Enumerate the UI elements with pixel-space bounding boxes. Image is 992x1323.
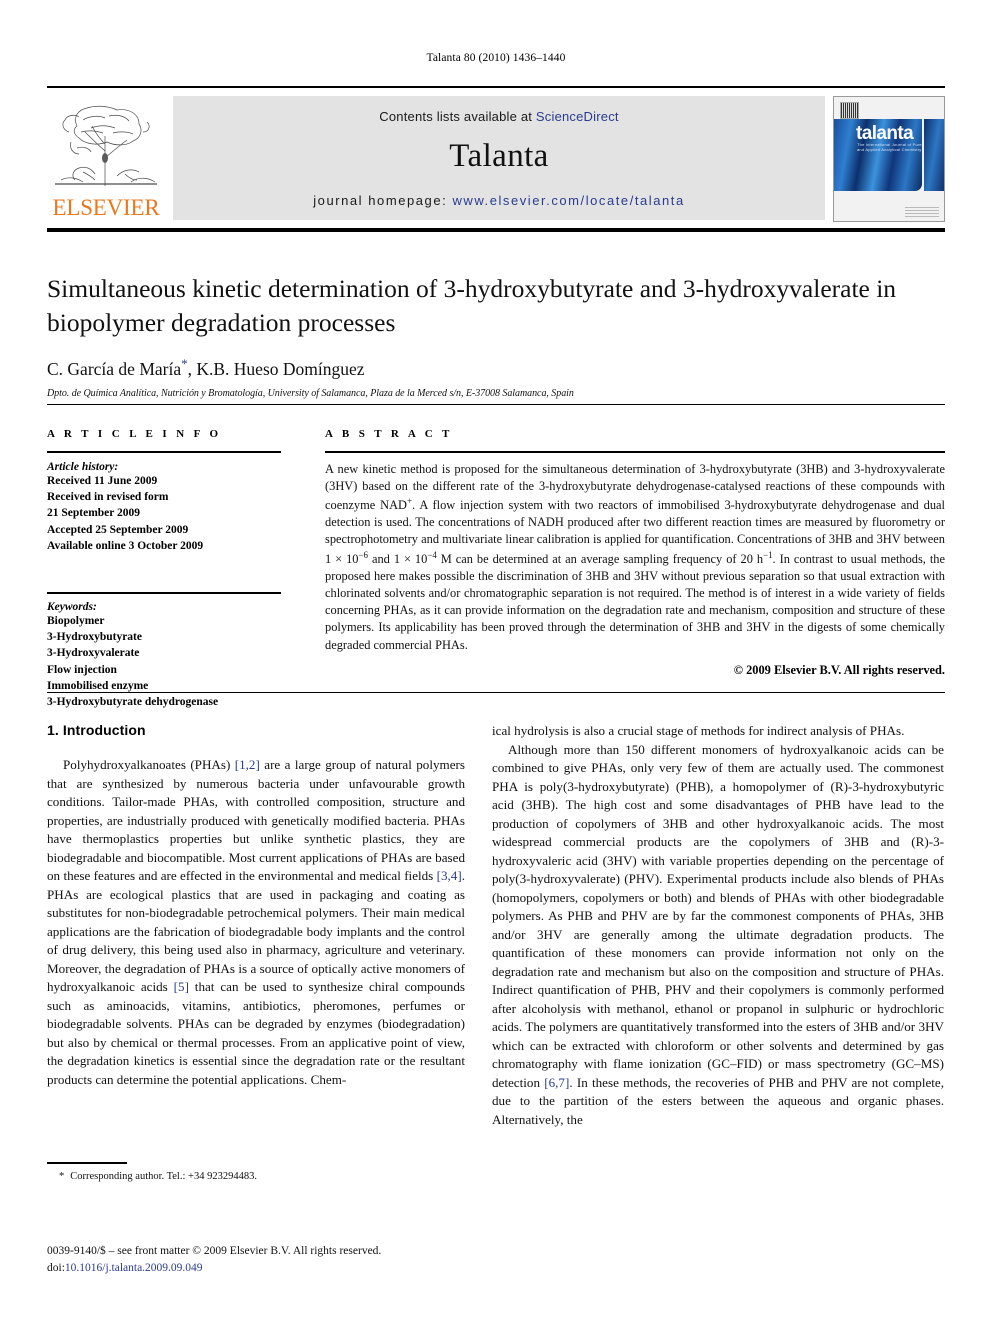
keyword-item: Flow injection: [47, 663, 117, 676]
abstract-heading: A B S T R A C T: [325, 428, 453, 440]
title-block: Simultaneous kinetic determination of 3-…: [47, 272, 945, 399]
cover-journal-subtitle: The International Journal of Pure and Ap…: [857, 142, 922, 152]
imprint-block: 0039-9140/$ – see front matter © 2009 El…: [47, 1243, 477, 1278]
homepage-prefix: journal homepage:: [313, 193, 453, 208]
running-head: Talanta 80 (2010) 1436–1440: [426, 52, 566, 64]
author-first: C. García de María: [47, 359, 182, 380]
article-info-rule: [47, 451, 281, 453]
par-text: Although more than 150 different monomer…: [492, 741, 944, 1090]
body-left-column: 1. Introduction Polyhydroxyalkanoates (P…: [47, 722, 465, 1089]
article-history-label: Article history:: [47, 460, 119, 473]
elsevier-logo: ELSEVIER: [47, 96, 165, 220]
keywords-label: Keywords:: [47, 600, 97, 613]
par-text: . PHAs are ecological plastics that are …: [47, 868, 465, 995]
issn-copyright-line: 0039-9140/$ – see front matter © 2009 El…: [47, 1245, 382, 1257]
title-bottom-rule: [47, 404, 945, 405]
par-text: are a large group of natural polymers th…: [47, 757, 465, 884]
footnote-text: Corresponding author. Tel.: +34 92329448…: [70, 1170, 257, 1182]
exponent-1: −6: [358, 549, 368, 560]
abstract-bottom-rule: [47, 692, 945, 693]
reference-link-3-4[interactable]: [3,4]: [437, 868, 462, 883]
history-item: Available online 3 October 2009: [47, 539, 204, 552]
abstract-rule: [325, 451, 945, 453]
history-item: Received 11 June 2009: [47, 474, 158, 487]
article-info-column: A R T I C L E I N F O Article history: R…: [47, 428, 281, 711]
keyword-item: 3-Hydroxybutyrate dehydrogenase: [47, 696, 219, 709]
doi-line: doi:10.1016/j.talanta.2009.09.049: [47, 1260, 477, 1277]
body-paragraph: Although more than 150 different monomer…: [492, 741, 944, 1130]
journal-title: Talanta: [449, 138, 549, 174]
homepage-url-link[interactable]: www.elsevier.com/locate/talanta: [452, 193, 684, 208]
history-item: Accepted 25 September 2009: [47, 523, 189, 536]
page-title: Simultaneous kinetic determination of 3-…: [47, 274, 897, 337]
affiliation: Dpto. de Química Analítica, Nutrición y …: [47, 388, 574, 400]
section-heading-introduction: 1. Introduction: [47, 722, 146, 738]
journal-homepage-line: journal homepage: www.elsevier.com/locat…: [173, 193, 825, 208]
reference-link-5[interactable]: [5]: [174, 979, 189, 994]
history-item: 21 September 2009: [47, 507, 141, 520]
keywords-block: Keywords: Biopolymer 3-Hydroxybutyrate 3…: [47, 592, 281, 711]
abstract-part-5: . In contrast to usual methods, the prop…: [325, 551, 945, 652]
body-paragraph: Polyhydroxyalkanoates (PHAs) [1,2] are a…: [47, 756, 465, 1089]
elsevier-wordmark: ELSEVIER: [52, 195, 160, 220]
contents-available-line: Contents lists available at ScienceDirec…: [173, 109, 825, 124]
abstract-text: A new kinetic method is proposed for the…: [325, 461, 945, 654]
par-text: that can be used to synthesize chiral co…: [47, 979, 465, 1087]
doi-link[interactable]: 10.1016/j.talanta.2009.09.049: [65, 1262, 203, 1274]
reference-link-6-7[interactable]: [6,7]: [544, 1075, 569, 1090]
sciencedirect-link[interactable]: ScienceDirect: [536, 109, 619, 124]
keyword-item: Biopolymer: [47, 614, 105, 627]
keyword-item: 3-Hydroxybutyrate: [47, 631, 142, 644]
article-info-heading: A R T I C L E I N F O: [47, 428, 222, 440]
body-right-column: ical hydrolysis is also a crucial stage …: [492, 722, 944, 1129]
abstract-copyright: © 2009 Elsevier B.V. All rights reserved…: [733, 662, 945, 677]
journal-masthead: ELSEVIER Contents lists available at Sci…: [47, 86, 945, 222]
corresponding-author-footnote: * Corresponding author. Tel.: +34 9232944…: [47, 1171, 465, 1182]
journal-band: Contents lists available at ScienceDirec…: [173, 96, 825, 220]
par-text: Polyhydroxyalkanoates (PHAs): [63, 757, 235, 772]
keyword-item: 3-Hydroxyvalerate: [47, 647, 140, 660]
history-item: Received in revised form: [47, 490, 169, 503]
abstract-part-3: and 1 × 10: [368, 551, 428, 566]
keywords-rule: [47, 592, 281, 594]
exponent-3: −1: [763, 549, 773, 560]
cover-artwork-spine: [924, 119, 944, 191]
abstract-part-4: M can be determined at an average sampli…: [436, 551, 764, 566]
elsevier-tree-icon: [55, 105, 157, 186]
cover-footer-mark: [905, 205, 939, 217]
article-page: Talanta 80 (2010) 1436–1440 ELSEVIER Con…: [0, 0, 992, 1323]
reference-link-1-2[interactable]: [1,2]: [235, 757, 260, 772]
masthead-bottom-rule: [47, 228, 945, 232]
journal-cover-thumbnail[interactable]: talanta The International Journal of Pur…: [833, 96, 945, 222]
footnote-star-marker: *: [59, 1170, 65, 1182]
doi-label: doi:: [47, 1262, 65, 1275]
author-rest: , K.B. Hueso Domínguez: [187, 359, 365, 380]
contents-prefix: Contents lists available at: [379, 109, 536, 124]
exponent-2: −4: [427, 549, 437, 560]
cover-barcode-icon: [840, 102, 859, 119]
footnote-area: * Corresponding author. Tel.: +34 9232944…: [47, 1162, 465, 1182]
body-paragraph-continued: ical hydrolysis is also a crucial stage …: [492, 723, 905, 738]
footnote-rule: [47, 1162, 127, 1164]
author-list: C. García de María*, K.B. Hueso Domíngue…: [47, 356, 945, 380]
abstract-column: A B S T R A C T A new kinetic method is …: [325, 428, 945, 678]
